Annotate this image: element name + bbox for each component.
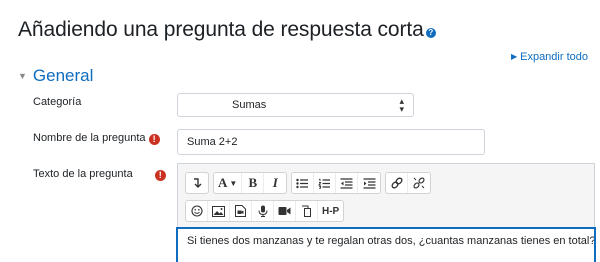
- bold-label: B: [248, 175, 258, 190]
- question-name-input[interactable]: Suma 2+2: [177, 129, 485, 155]
- manage-files-icon[interactable]: [296, 201, 318, 221]
- link-icon[interactable]: [386, 173, 409, 193]
- page-title-text: Añadiendo una pregunta de respuesta cort…: [18, 18, 424, 41]
- indent-icon[interactable]: [358, 173, 380, 193]
- caret-down-icon: ▼: [18, 71, 27, 81]
- ordered-list-icon[interactable]: [314, 173, 337, 193]
- toolbar-row-2: H-P: [185, 200, 345, 222]
- toolbar-row-1: A ▼ B I: [185, 172, 432, 194]
- toolbar-group-style: A ▼ B I: [213, 172, 288, 194]
- unordered-list-icon[interactable]: [292, 173, 315, 193]
- caret-right-icon: ▶: [510, 52, 518, 61]
- help-icon[interactable]: ?: [425, 28, 436, 38]
- dropdown-caret-icon: ▼: [229, 178, 238, 188]
- required-icon[interactable]: !: [154, 170, 166, 181]
- category-label-text: Categoría: [33, 96, 82, 108]
- question-text-content: Si tienes dos manzanas y te regalan otra…: [187, 235, 596, 247]
- unlink-icon[interactable]: [408, 173, 430, 193]
- category-select[interactable]: Sumas ▴ ▾: [177, 93, 414, 117]
- italic-button[interactable]: I: [264, 173, 286, 193]
- microphone-icon[interactable]: [252, 201, 274, 221]
- show-more-buttons-icon[interactable]: [186, 173, 208, 193]
- toolbar-group-collapse: [185, 172, 209, 194]
- question-name-label: Nombre de la pregunta !: [33, 132, 160, 145]
- question-text-label-text: Texto de la pregunta: [33, 168, 133, 180]
- category-label: Categoría: [33, 96, 81, 108]
- section-header-general[interactable]: ▼ General: [18, 66, 93, 86]
- paragraph-styles-button[interactable]: A ▼: [214, 173, 243, 193]
- h5p-label: H-P: [322, 205, 340, 217]
- expand-all-label: Expandir todo: [520, 51, 588, 63]
- toolbar-group-media: H-P: [185, 200, 345, 222]
- question-name-value: Suma 2+2: [187, 136, 238, 148]
- h5p-button[interactable]: H-P: [318, 201, 343, 221]
- question-name-label-text: Nombre de la pregunta: [33, 132, 146, 144]
- select-arrows-icon: ▴ ▾: [399, 96, 404, 114]
- emoticon-icon[interactable]: [186, 201, 208, 221]
- outdent-icon[interactable]: [336, 173, 359, 193]
- toolbar-group-links: [385, 172, 432, 194]
- toolbar-group-lists: [291, 172, 382, 194]
- italic-label: I: [272, 175, 278, 190]
- bold-button[interactable]: B: [242, 173, 265, 193]
- image-icon[interactable]: [208, 201, 230, 221]
- question-text-content-area[interactable]: Si tienes dos manzanas y te regalan otra…: [176, 227, 596, 262]
- page-title: Añadiendo una pregunta de respuesta cort…: [18, 18, 436, 42]
- paragraph-styles-label: A: [218, 175, 228, 190]
- video-camera-icon[interactable]: [274, 201, 296, 221]
- category-select-value: Sumas: [232, 99, 267, 111]
- media-file-icon[interactable]: [230, 201, 252, 221]
- required-icon[interactable]: !: [148, 134, 160, 145]
- section-title: General: [32, 66, 94, 85]
- question-text-label: Texto de la pregunta!: [33, 168, 166, 181]
- expand-all-link[interactable]: ▶ Expandir todo: [511, 51, 588, 63]
